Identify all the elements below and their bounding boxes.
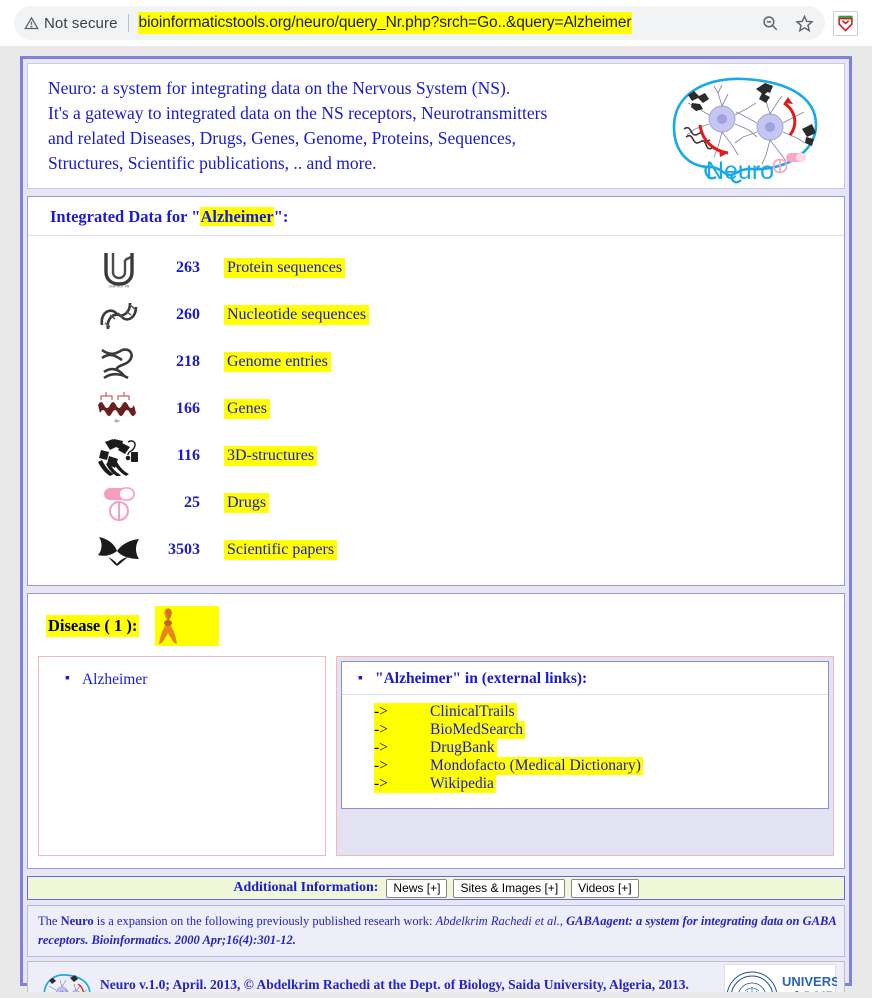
reference-brand: Neuro	[60, 914, 94, 928]
banner-description: Neuro: a system for integrating data on …	[48, 76, 644, 175]
page-bottom-strip	[0, 992, 872, 998]
disease-body: ▪ Alzheimer ▪ "Alzheimer" in (external l…	[28, 650, 844, 868]
external-link-label[interactable]: DrugBank	[428, 739, 497, 757]
data-row-count: 218	[176, 352, 200, 370]
data-row-label[interactable]: Scientific papers	[224, 539, 338, 560]
disease-name[interactable]: Alzheimer	[82, 671, 147, 689]
university-line-1: UNIVERSITY	[782, 974, 837, 989]
data-row-nucleotide-sequences[interactable]: 260 Nucleotide sequences	[28, 291, 844, 338]
disease-header: Disease ( 1 ):	[28, 594, 844, 650]
external-link-label[interactable]: ClinicalTrails	[428, 703, 517, 721]
external-links-box: ▪ "Alzheimer" in (external links): -> Cl…	[336, 656, 834, 856]
data-row-drugs[interactable]: 25 Drugs	[28, 479, 844, 526]
data-row-3d-structures[interactable]: 116 3D-structures	[28, 432, 844, 479]
reference-box: The Neuro is a expansion on the followin…	[27, 905, 845, 957]
data-row-genes[interactable]: Bp 166 Genes	[28, 385, 844, 432]
zoom-out-icon[interactable]	[759, 12, 781, 34]
external-link-clinicaltrails[interactable]: -> ClinicalTrails	[342, 703, 828, 721]
external-links-title: "Alzheimer" in (external links):	[374, 670, 588, 687]
browser-toolbar: Not secure bioinformaticstools.org/neuro…	[0, 0, 872, 46]
gene-map-icon: Bp	[92, 388, 146, 430]
data-row-label[interactable]: Nucleotide sequences	[224, 304, 370, 325]
additional-information-label: Additional Information:	[233, 880, 379, 895]
external-link-mondofacto[interactable]: -> Mondofacto (Medical Dictionary)	[342, 757, 828, 775]
data-row-label[interactable]: 3D-structures	[224, 445, 318, 466]
news-button[interactable]: News [+]	[386, 878, 448, 898]
external-links-list: -> ClinicalTrails -> BioMedSearch -> Dru…	[342, 695, 828, 793]
disease-panel: Disease ( 1 ): ▪ Alzheimer ▪ "Alzheimer"…	[27, 593, 845, 869]
warning-triangle-icon	[22, 14, 40, 32]
site-frame: Neuro: a system for integrating data on …	[20, 56, 860, 998]
svg-text:UNIPROT-KB: UNIPROT-KB	[109, 284, 130, 288]
site-banner: Neuro: a system for integrating data on …	[27, 63, 845, 189]
arrow-icon: ->	[374, 721, 428, 739]
star-icon[interactable]	[793, 12, 815, 34]
data-row-scientific-papers[interactable]: 3503 Scientific papers	[28, 526, 844, 573]
integrated-data-list: UNIPROT-KB 263 Protein sequences 260 Nuc…	[28, 236, 844, 585]
awareness-ribbon-icon	[155, 606, 220, 646]
disease-heading: Disease ( 1 ):	[46, 615, 140, 637]
bullet-icon: ▪	[65, 671, 70, 686]
paper-icon	[92, 529, 146, 571]
reference-authors: Abdelkrim Rachedi et al.,	[435, 914, 564, 928]
integrated-data-panel: Integrated Data for "Alzheimer": UNIPROT…	[27, 196, 845, 586]
videos-button[interactable]: Videos [+]	[571, 878, 639, 898]
banner-line-3: and related Diseases, Drugs, Genes, Geno…	[48, 128, 516, 148]
arrow-icon: ->	[374, 757, 428, 775]
banner-line-4: Structures, Scientific publications, .. …	[48, 152, 377, 173]
arrow-icon: ->	[374, 703, 428, 721]
additional-information-bar: Additional Information: News [+] Sites &…	[27, 876, 845, 900]
integrated-title-prefix: Integrated Data for "	[50, 207, 201, 226]
url-text[interactable]: bioinformaticstools.org/neuro/query_Nr.p…	[137, 12, 633, 34]
external-link-label[interactable]: Wikipedia	[428, 775, 496, 793]
banner-line-1: Neuro: a system for integrating data on …	[48, 78, 511, 99]
arrow-icon: ->	[374, 739, 428, 757]
address-bar[interactable]: Not secure bioinformaticstools.org/neuro…	[14, 6, 825, 40]
reference-mid: is a expansion on the following previous…	[93, 914, 436, 928]
dna-helix-icon	[92, 294, 146, 336]
data-row-count: 25	[184, 493, 200, 511]
reference-text: The Neuro is a expansion on the followin…	[38, 912, 836, 950]
svg-text:Bp: Bp	[115, 418, 121, 423]
external-links-inner: ▪ "Alzheimer" in (external links): -> Cl…	[341, 661, 829, 809]
pill-capsule-icon	[92, 482, 146, 524]
omnibox-divider	[127, 14, 129, 32]
svg-text:Neuro: Neuro	[706, 157, 774, 185]
data-row-label[interactable]: Drugs	[224, 492, 270, 513]
structure-3d-icon	[92, 435, 146, 477]
list-item[interactable]: ▪ Alzheimer	[39, 671, 325, 689]
data-row-count: 166	[176, 399, 200, 417]
protein-sequence-icon: UNIPROT-KB	[92, 247, 146, 289]
external-links-heading: ▪ "Alzheimer" in (external links):	[342, 670, 828, 695]
integrated-title-query: Alzheimer	[200, 207, 274, 226]
data-row-count: 263	[176, 258, 200, 276]
arrow-icon: ->	[374, 775, 428, 793]
security-status-label: Not secure	[44, 14, 118, 32]
page-viewport: Neuro: a system for integrating data on …	[0, 46, 872, 998]
chromosome-icon	[92, 341, 146, 383]
external-link-biomedsearch[interactable]: -> BioMedSearch	[342, 721, 828, 739]
data-row-count: 260	[176, 305, 200, 323]
data-row-label[interactable]: Genes	[224, 398, 270, 419]
integrated-title-suffix: ":	[273, 207, 289, 226]
external-link-drugbank[interactable]: -> DrugBank	[342, 739, 828, 757]
integrated-data-title: Integrated Data for "Alzheimer":	[28, 197, 844, 236]
data-row-label[interactable]: Protein sequences	[224, 257, 346, 278]
omnibox-actions	[749, 12, 815, 34]
sites-images-button[interactable]: Sites & Images [+]	[453, 878, 566, 898]
data-row-count: 116	[176, 446, 200, 464]
shield-extension-icon[interactable]	[833, 10, 858, 36]
disease-list-box: ▪ Alzheimer	[38, 656, 326, 856]
data-row-protein-sequences[interactable]: UNIPROT-KB 263 Protein sequences	[28, 244, 844, 291]
bullet-icon: ▪	[358, 671, 363, 687]
external-link-label[interactable]: Mondofacto (Medical Dictionary)	[428, 757, 643, 775]
external-link-wikipedia[interactable]: -> Wikipedia	[342, 775, 828, 793]
banner-line-2: It's a gateway to integrated data on the…	[48, 103, 548, 124]
data-row-count: 3503	[168, 540, 200, 558]
external-link-label[interactable]: BioMedSearch	[428, 721, 525, 739]
reference-lead: The	[38, 914, 61, 928]
data-row-label[interactable]: Genome entries	[224, 351, 331, 372]
neuro-brain-logo: Neuro	[644, 67, 836, 185]
data-row-genome-entries[interactable]: 218 Genome entries	[28, 338, 844, 385]
